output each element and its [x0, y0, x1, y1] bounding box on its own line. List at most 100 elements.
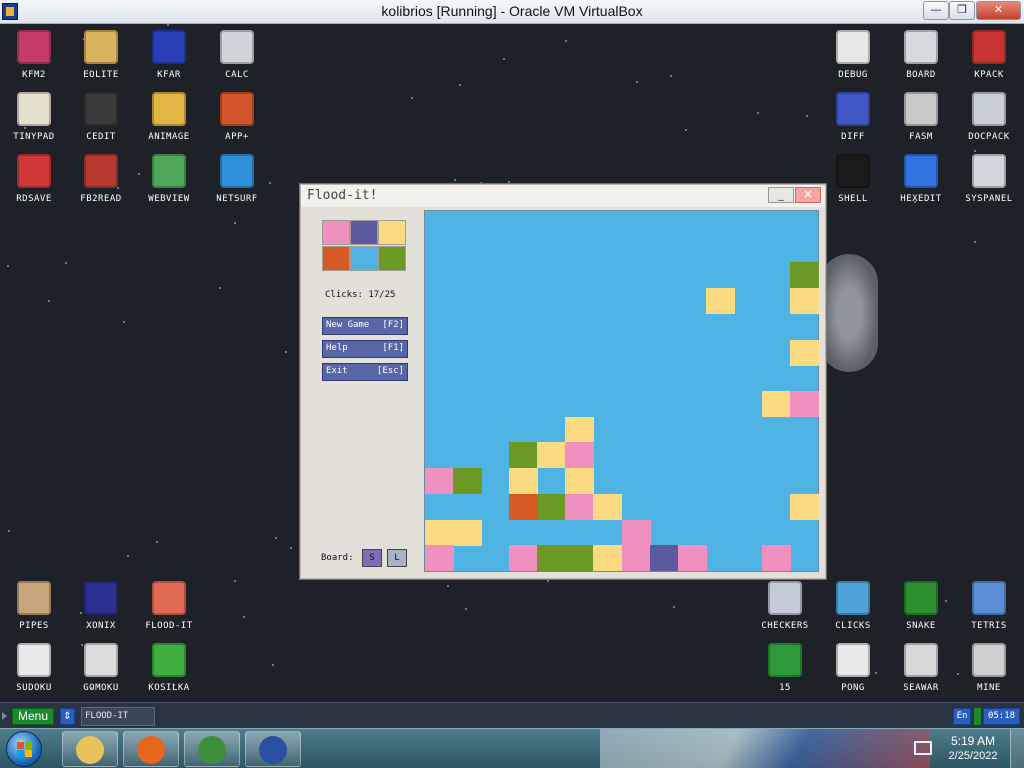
desktop-icon-label: KOSILKA	[148, 683, 190, 693]
host-minimize-button[interactable]: —	[923, 1, 949, 20]
desktop-icon-sudoku[interactable]: SUDOKU	[0, 643, 68, 693]
desktop-icon-cedit[interactable]: CEDIT	[67, 92, 135, 142]
palette-color-2[interactable]	[378, 220, 406, 245]
switch-window-button[interactable]: ⇕	[60, 708, 75, 725]
star	[285, 351, 287, 353]
desktop-icon-label: SYSPANEL	[965, 194, 1013, 204]
desktop-icon-tinypad[interactable]: TINYPAD	[0, 92, 68, 142]
palette-color-1[interactable]	[350, 220, 378, 245]
system-time[interactable]: 5:19 AM	[940, 734, 1006, 748]
desktop-icon-label: SNAKE	[906, 621, 936, 631]
board-cell	[761, 391, 791, 417]
desktop-icon-kfar[interactable]: KFAR	[135, 30, 203, 80]
desktop-icon-app-[interactable]: APP+	[203, 92, 271, 142]
desktop-icon-syspanel[interactable]: SYSPANEL	[955, 154, 1023, 204]
desktop-icon-kosilka[interactable]: KOSILKA	[135, 643, 203, 693]
desktop-icon-pipes[interactable]: PIPES	[0, 581, 68, 631]
flood-it-title-bar[interactable]: Flood-it! _ ✕	[301, 185, 825, 207]
desktop-icon-debug[interactable]: DEBUG	[819, 30, 887, 80]
desktop-icon-label: SEAWAR	[903, 683, 939, 693]
board-large-button[interactable]: L	[387, 549, 407, 567]
diff-icon	[836, 92, 870, 126]
network-icon[interactable]	[914, 741, 932, 755]
save-screen-icon	[17, 154, 51, 188]
desktop-icon-netsurf[interactable]: NETSURF	[203, 154, 271, 204]
host-close-button[interactable]: ✕	[976, 1, 1021, 20]
desktop-icon-tetris[interactable]: TETRIS	[955, 581, 1023, 631]
desktop-icon-label: SHELL	[838, 194, 868, 204]
folder-icon	[84, 30, 118, 64]
desktop-icon-label: HEXEDIT	[900, 194, 942, 204]
desktop-icon-checkers[interactable]: CHECKERS	[751, 581, 819, 631]
flood-it-close-button[interactable]: ✕	[795, 187, 821, 203]
desktop-icon-calc[interactable]: CALC	[203, 30, 271, 80]
flood-it-minimize-button[interactable]: _	[768, 187, 794, 203]
desktop-icon-label: FB2READ	[80, 194, 122, 204]
exit-button[interactable]: Exit [Esc]	[322, 363, 408, 381]
star	[757, 112, 759, 114]
desktop-icon-pong[interactable]: PONG	[819, 643, 887, 693]
keyboard-layout-button[interactable]: En	[953, 708, 971, 725]
board-size-label: Board:	[321, 553, 354, 563]
palette-color-5[interactable]	[378, 246, 406, 271]
desktop-icon-shell[interactable]: SHELL	[819, 154, 887, 204]
desktop-icon-flood-it[interactable]: FLOOD-IT	[135, 581, 203, 631]
desktop-icon-rdsave[interactable]: RDSAVE	[0, 154, 68, 204]
desktop-icon-kfm2[interactable]: KFM2	[0, 30, 68, 80]
taskbar-app-firefox[interactable]	[123, 731, 179, 767]
panel-arrow-icon[interactable]	[2, 712, 7, 720]
board-cell	[509, 545, 539, 572]
desktop-icon-label: EOLITE	[83, 70, 119, 80]
desktop-icon-xonix[interactable]: XONIX	[67, 581, 135, 631]
desktop-icon-clicks[interactable]: CLICKS	[819, 581, 887, 631]
board-cell	[565, 416, 595, 443]
taskbar-app-explorer[interactable]	[62, 731, 118, 767]
star	[447, 585, 449, 587]
checkers-icon	[768, 581, 802, 615]
desktop-icon-webview[interactable]: WEBVIEW	[135, 154, 203, 204]
desktop-icon-mine[interactable]: MINE	[955, 643, 1023, 693]
desktop-icon-seawar[interactable]: SEAWAR	[887, 643, 955, 693]
desktop-icon-animage[interactable]: ANIMAGE	[135, 92, 203, 142]
star	[275, 537, 277, 539]
star	[465, 608, 467, 610]
desktop-icon-snake[interactable]: SNAKE	[887, 581, 955, 631]
system-date[interactable]: 2/25/2022	[940, 750, 1006, 762]
board-cell	[677, 545, 707, 572]
desktop-icon-fasm[interactable]: FASM	[887, 92, 955, 142]
board-small-button[interactable]: S	[362, 549, 382, 567]
desktop-icon-hexedit[interactable]: HEXEDIT	[887, 154, 955, 204]
star	[65, 262, 67, 264]
star	[219, 287, 221, 289]
desktop-icon-kpack[interactable]: KPACK	[955, 30, 1023, 80]
desktop-icon-fb2read[interactable]: FB2READ	[67, 154, 135, 204]
taskbar-app-virtualbox[interactable]	[245, 731, 301, 767]
star	[685, 129, 687, 131]
desktop-icon-label: ANIMAGE	[148, 132, 190, 142]
star	[411, 97, 413, 99]
star	[503, 58, 505, 60]
taskbar-item-flood-it[interactable]: FLOOD-IT	[81, 707, 155, 726]
start-button[interactable]	[6, 731, 42, 767]
help-button[interactable]: Help [F1]	[322, 340, 408, 358]
new-game-button[interactable]: New Game [F2]	[322, 317, 408, 335]
desktop-icon-diff[interactable]: DIFF	[819, 92, 887, 142]
show-desktop-button[interactable]	[1010, 729, 1024, 768]
desktop-icon-board[interactable]: BOARD	[887, 30, 955, 80]
menu-button[interactable]: Menu	[12, 708, 54, 725]
control-panel-icon	[972, 154, 1006, 188]
pong-icon	[836, 643, 870, 677]
palette-color-0[interactable]	[322, 220, 350, 245]
flood-board[interactable]	[424, 210, 819, 572]
palette-color-4[interactable]	[350, 246, 378, 271]
desktop-icon-15[interactable]: 15	[751, 643, 819, 693]
desktop-icon-eolite[interactable]: EOLITE	[67, 30, 135, 80]
desktop-icon-gomoku[interactable]: GOMOKU	[67, 643, 135, 693]
taskbar-app-chrome[interactable]	[184, 731, 240, 767]
host-maximize-button[interactable]: ❐	[949, 1, 975, 20]
desktop-icon-docpack[interactable]: DOCPACK	[955, 92, 1023, 142]
windows-taskbar: 5:19 AM 2/25/2022	[0, 728, 1024, 768]
host-title-bar: kolibrios [Running] - Oracle VM VirtualB…	[0, 0, 1024, 24]
palette-color-3[interactable]	[322, 246, 350, 271]
desktop-icon-label: GOMOKU	[83, 683, 119, 693]
